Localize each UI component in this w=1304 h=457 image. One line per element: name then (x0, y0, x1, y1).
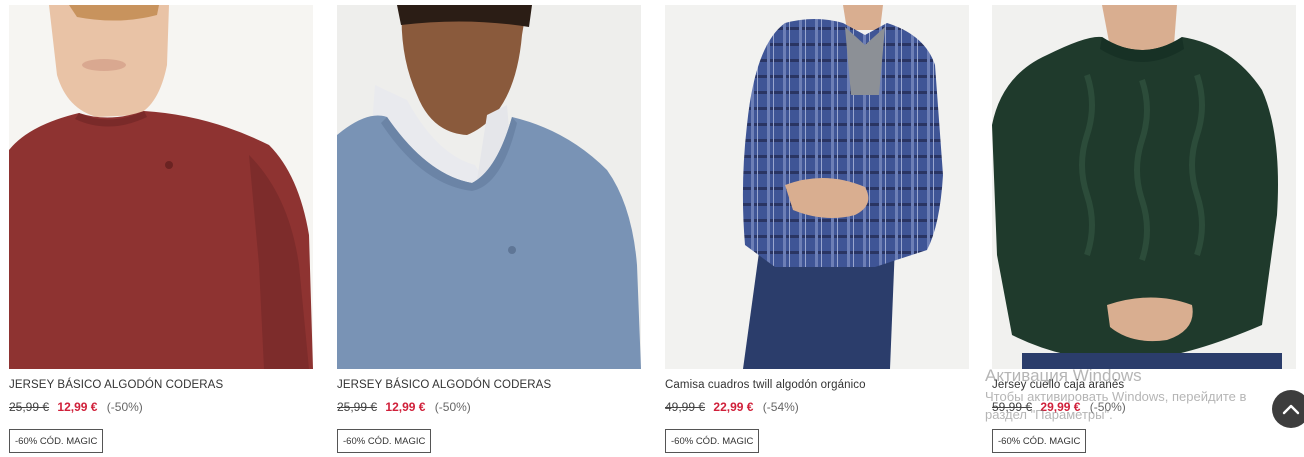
product-image[interactable] (9, 5, 313, 369)
product-photo-plaid-shirt (665, 5, 969, 369)
product-card[interactable]: Jersey cuello caja aranés 59,99 € 29,99 … (992, 0, 1296, 457)
product-grid: JERSEY BÁSICO ALGODÓN CODERAS 25,99 € 12… (0, 0, 1304, 457)
product-card[interactable]: Camisa cuadros twill algodón orgánico 49… (665, 0, 969, 457)
product-image[interactable] (992, 5, 1296, 369)
price-row: 49,99 € 22,99 € (-54%) (665, 400, 799, 414)
product-image[interactable] (337, 5, 641, 369)
sale-price: 29,99 € (1040, 400, 1081, 414)
chevron-up-icon (1282, 404, 1300, 415)
product-image[interactable] (665, 5, 969, 369)
price-row: 25,99 € 12,99 € (-50%) (9, 400, 143, 414)
price-row: 59,99 € 29,99 € (-50%) (992, 400, 1126, 414)
product-name[interactable]: Camisa cuadros twill algodón orgánico (665, 379, 866, 391)
promo-badge: -60% CÓD. MAGIC (665, 429, 760, 453)
discount-percent: (-54%) (762, 400, 799, 414)
discount-percent: (-50%) (106, 400, 143, 414)
discount-percent: (-50%) (434, 400, 471, 414)
product-name[interactable]: Jersey cuello caja aranés (992, 379, 1124, 391)
sale-price: 12,99 € (57, 400, 98, 414)
product-photo-green-jersey (992, 5, 1296, 369)
price-row: 25,99 € 12,99 € (-50%) (337, 400, 471, 414)
original-price: 25,99 € (337, 400, 378, 414)
original-price: 25,99 € (9, 400, 50, 414)
promo-badge: -60% CÓD. MAGIC (9, 429, 104, 453)
original-price: 49,99 € (665, 400, 706, 414)
discount-percent: (-50%) (1089, 400, 1126, 414)
product-name[interactable]: JERSEY BÁSICO ALGODÓN CODERAS (337, 379, 551, 391)
product-card[interactable]: JERSEY BÁSICO ALGODÓN CODERAS 25,99 € 12… (337, 0, 641, 457)
scroll-to-top-button[interactable] (1272, 390, 1304, 428)
product-photo-blue-jersey (337, 5, 641, 369)
sale-price: 12,99 € (385, 400, 426, 414)
sale-price: 22,99 € (713, 400, 754, 414)
product-photo-red-jersey (9, 5, 313, 369)
original-price: 59,99 € (992, 400, 1033, 414)
promo-badge: -60% CÓD. MAGIC (992, 429, 1087, 453)
promo-badge: -60% CÓD. MAGIC (337, 429, 432, 453)
product-card[interactable]: JERSEY BÁSICO ALGODÓN CODERAS 25,99 € 12… (9, 0, 313, 457)
product-name[interactable]: JERSEY BÁSICO ALGODÓN CODERAS (9, 379, 223, 391)
